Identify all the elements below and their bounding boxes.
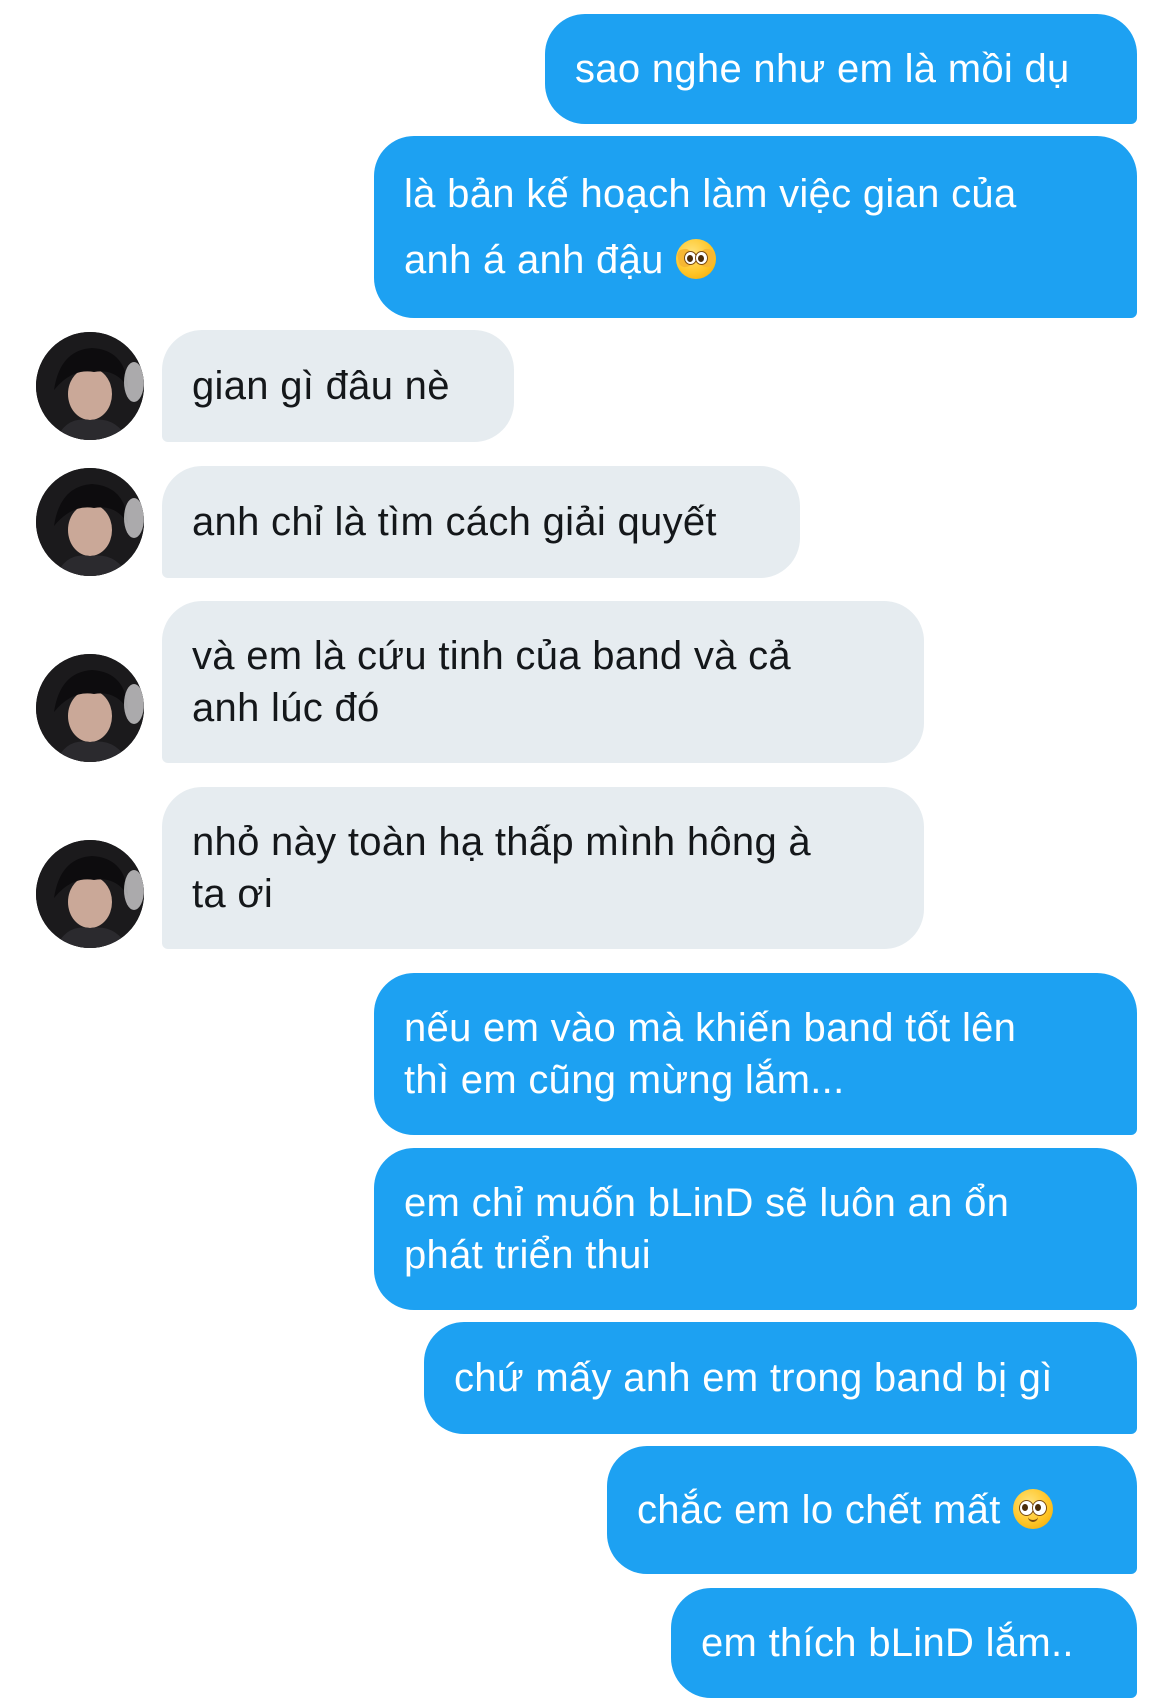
message-bubble-incoming[interactable]: nhỏ này toàn hạ thấp mình hông à ta ơi [162, 787, 924, 949]
message-text-line: và em là cứu tinh của band và cả [192, 634, 791, 678]
message-bubble-outgoing[interactable]: sao nghe như em là mồi dụ [545, 14, 1137, 124]
message-text: gian gì đâu nè [192, 364, 450, 408]
avatar[interactable] [36, 654, 144, 762]
message-text-line: ta ơi [192, 872, 274, 916]
message-bubble-outgoing[interactable]: em chỉ muốn bLinD sẽ luôn an ổn phát tri… [374, 1148, 1137, 1310]
message-bubble-outgoing[interactable]: em thích bLinD lắm.. [671, 1588, 1137, 1698]
message-bubble-outgoing[interactable]: chắc em lo chết mất [607, 1446, 1137, 1574]
message-text: chứ mấy anh em trong band bị gì [454, 1356, 1053, 1400]
message-text: chắc em lo chết mất [637, 1488, 1001, 1532]
message-text-line: anh á anh đậu [404, 238, 664, 282]
dm-conversation: sao nghe như em là mồi dụ là bản kế hoạc… [0, 0, 1170, 1698]
message-text: anh chỉ là tìm cách giải quyết [192, 500, 717, 544]
message-text-line: thì em cũng mừng lắm... [404, 1058, 845, 1102]
message-bubble-incoming[interactable]: anh chỉ là tìm cách giải quyết [162, 466, 800, 578]
message-text-line: nếu em vào mà khiến band tốt lên [404, 1006, 1017, 1050]
message-bubble-outgoing[interactable]: là bản kế hoạch làm việc gian của anh á … [374, 136, 1137, 318]
message-bubble-outgoing[interactable]: nếu em vào mà khiến band tốt lên thì em … [374, 973, 1137, 1135]
message-text-line: là bản kế hoạch làm việc gian của [404, 172, 1017, 216]
message-text-line: nhỏ này toàn hạ thấp mình hông à [192, 820, 811, 864]
avatar[interactable] [36, 840, 144, 948]
message-text: sao nghe như em là mồi dụ [575, 47, 1070, 91]
pleading-face-icon [1012, 1489, 1053, 1529]
message-bubble-incoming[interactable]: gian gì đâu nè [162, 330, 514, 442]
avatar[interactable] [36, 468, 144, 576]
message-text-line: phát triển thui [404, 1233, 651, 1277]
face-with-hand-over-mouth-icon [675, 239, 716, 279]
message-text-line: em chỉ muốn bLinD sẽ luôn an ổn [404, 1181, 1010, 1225]
message-bubble-incoming[interactable]: và em là cứu tinh của band và cả anh lúc… [162, 601, 924, 763]
avatar[interactable] [36, 332, 144, 440]
message-bubble-outgoing[interactable]: chứ mấy anh em trong band bị gì [424, 1322, 1137, 1434]
message-text: em thích bLinD lắm.. [701, 1621, 1074, 1665]
message-text-line: anh lúc đó [192, 686, 380, 730]
